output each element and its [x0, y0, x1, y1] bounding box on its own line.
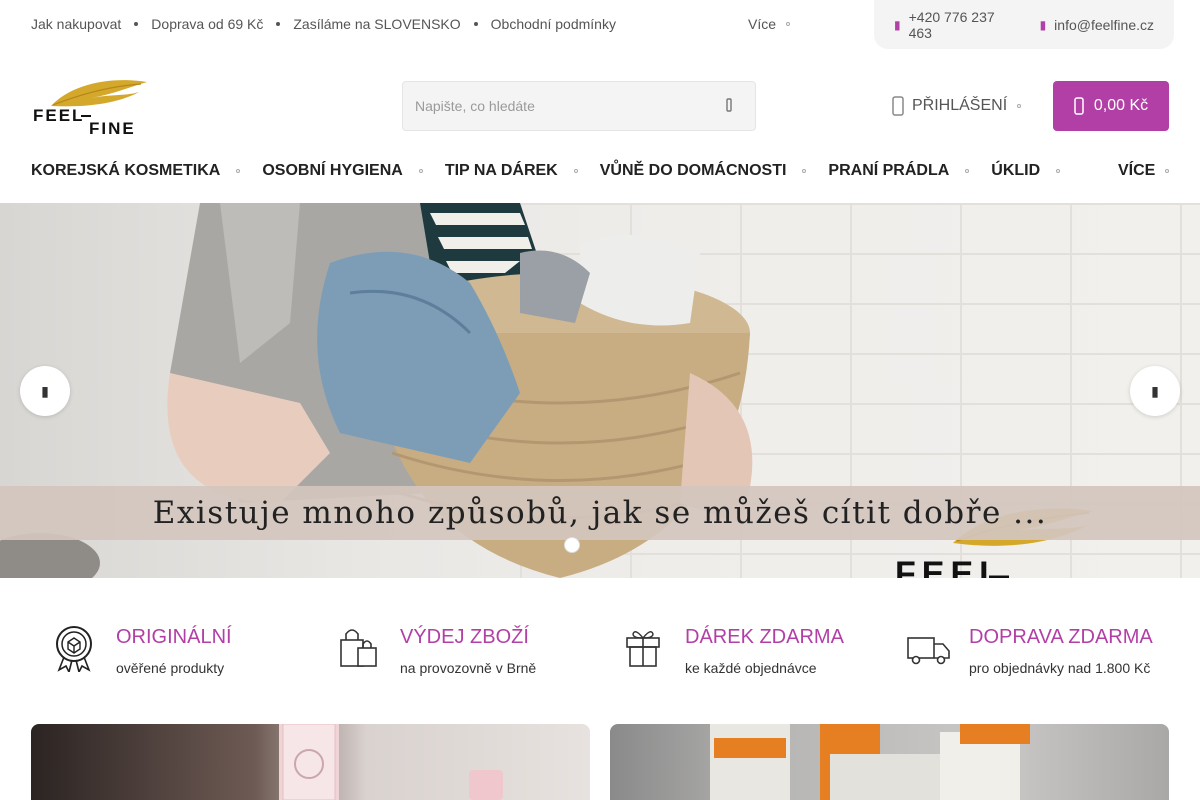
email-contact[interactable]: ▮ info@feelfine.cz	[1040, 17, 1154, 33]
benefit-title: DOPRAVA ZDARMA	[969, 626, 1153, 648]
nav-item-gift-tip[interactable]: TIP NA DÁREK	[445, 162, 578, 180]
user-icon	[892, 96, 904, 116]
top-link-slovakia[interactable]: Zasíláme na SLOVENSKO	[293, 16, 460, 32]
top-link-how-to-buy[interactable]: Jak nakupovat	[31, 16, 121, 32]
benefit-subtitle: ověřené produkty	[116, 660, 225, 676]
chevron-down-icon	[573, 169, 578, 173]
benefit-subtitle: ke každé objednávce	[685, 660, 817, 676]
nav-label: ÚKLID	[991, 162, 1041, 179]
phone-number: +420 776 237 463	[908, 8, 995, 41]
nav-more-menu[interactable]: VÍCE	[1118, 162, 1170, 180]
arrow-right-icon: ▮	[1151, 382, 1159, 399]
svg-text:FINE: FINE	[89, 119, 136, 136]
nav-item-home-fragrance[interactable]: VŮNĚ DO DOMÁCNOSTI	[600, 162, 807, 180]
nav-label: KOREJSKÁ KOSMETIKA	[31, 162, 221, 179]
certified-badge-icon	[56, 626, 92, 672]
chevron-down-icon	[802, 169, 807, 173]
benefit-subtitle: pro objednávky nad 1.800 Kč	[969, 660, 1151, 676]
slider-prev-button[interactable]: ▮	[20, 366, 70, 416]
benefit-title: ORIGINÁLNÍ	[116, 626, 232, 648]
slider-dots	[564, 537, 588, 553]
nav-more-label: VÍCE	[1118, 162, 1156, 179]
mail-icon: ▮	[1039, 17, 1047, 32]
promo-image-perfume	[279, 724, 503, 800]
chevron-down-icon	[965, 169, 970, 173]
top-link-shipping[interactable]: Doprava od 69 Kč	[151, 16, 263, 32]
nav-item-laundry[interactable]: PRANÍ PRÁDLA	[828, 162, 970, 180]
search-box	[402, 81, 756, 131]
phone-contact[interactable]: ▮ +420 776 237 463	[894, 9, 1020, 41]
chevron-down-icon	[786, 22, 791, 26]
nav-item-korean-cosmetics[interactable]: KOREJSKÁ KOSMETIKA	[31, 162, 241, 180]
cart-total: 0,00 Kč	[1093, 97, 1149, 114]
arrow-left-icon: ▮	[41, 382, 49, 399]
search-input[interactable]	[415, 82, 705, 130]
separator-dot	[473, 22, 478, 26]
promo-card-refan[interactable]	[610, 724, 1169, 800]
site-logo[interactable]: FEEL FINE	[31, 76, 149, 138]
chevron-down-icon	[236, 169, 241, 173]
separator-dot	[276, 22, 281, 26]
top-more-menu[interactable]: Více	[748, 16, 791, 32]
shopping-bags-icon	[340, 629, 377, 667]
main-nav: KOREJSKÁ KOSMETIKA OSOBNÍ HYGIENA TIP NA…	[31, 162, 1082, 180]
benefit-title: DÁREK ZDARMA	[685, 626, 844, 648]
svg-text:FEEL: FEEL	[895, 555, 1006, 578]
promo-image-refan	[710, 724, 1030, 800]
contact-box: ▮ +420 776 237 463 ▮ info@feelfine.cz	[874, 0, 1174, 49]
cart-button[interactable]: 0,00 Kč	[1053, 81, 1169, 131]
nav-label: PRANÍ PRÁDLA	[828, 162, 950, 179]
cart-icon	[1074, 97, 1084, 115]
feather-logo-icon: FEEL FINE	[33, 80, 147, 138]
hero-slider: FEEL FINE Existuje mnoho způsobů, jak se…	[0, 203, 1200, 578]
hero-caption-band: Existuje mnoho způsobů, jak se můžeš cít…	[0, 486, 1200, 540]
svg-text:FEEL: FEEL	[33, 106, 84, 125]
slider-dot-active[interactable]	[564, 537, 580, 553]
promo-card-perfume[interactable]	[31, 724, 590, 800]
nav-label: TIP NA DÁREK	[444, 162, 558, 179]
chevron-down-icon	[1017, 104, 1022, 108]
nav-label: OSOBNÍ HYGIENA	[262, 162, 403, 179]
slider-next-button[interactable]: ▮	[1130, 366, 1180, 416]
login-label: PŘIHLÁŠENÍ	[912, 97, 1008, 114]
nav-item-cleaning[interactable]: ÚKLID	[991, 162, 1061, 180]
nav-item-personal-hygiene[interactable]: OSOBNÍ HYGIENA	[262, 162, 423, 180]
benefit-subtitle: na provozovně v Brně	[400, 660, 537, 676]
search-icon[interactable]	[721, 97, 737, 113]
top-link-terms[interactable]: Obchodní podmínky	[491, 16, 616, 32]
email-address: info@feelfine.cz	[1054, 16, 1154, 33]
truck-icon	[907, 637, 950, 665]
benefit-title: VÝDEJ ZBOŽÍ	[400, 626, 529, 648]
phone-icon: ▮	[894, 17, 901, 32]
chevron-down-icon	[1165, 169, 1170, 173]
gift-icon	[626, 631, 660, 667]
chevron-down-icon	[1056, 169, 1061, 173]
top-bar: Jak nakupovat Doprava od 69 Kč Zasíláme …	[0, 0, 1200, 49]
top-links: Jak nakupovat Doprava od 69 Kč Zasíláme …	[31, 16, 616, 32]
separator-dot	[134, 22, 139, 26]
hero-caption: Existuje mnoho způsobů, jak se můžeš cít…	[152, 495, 1048, 531]
nav-label: VŮNĚ DO DOMÁCNOSTI	[599, 162, 787, 179]
chevron-down-icon	[418, 169, 423, 173]
login-button[interactable]: PŘIHLÁŠENÍ	[892, 93, 1022, 119]
top-more-label: Více	[748, 16, 777, 32]
